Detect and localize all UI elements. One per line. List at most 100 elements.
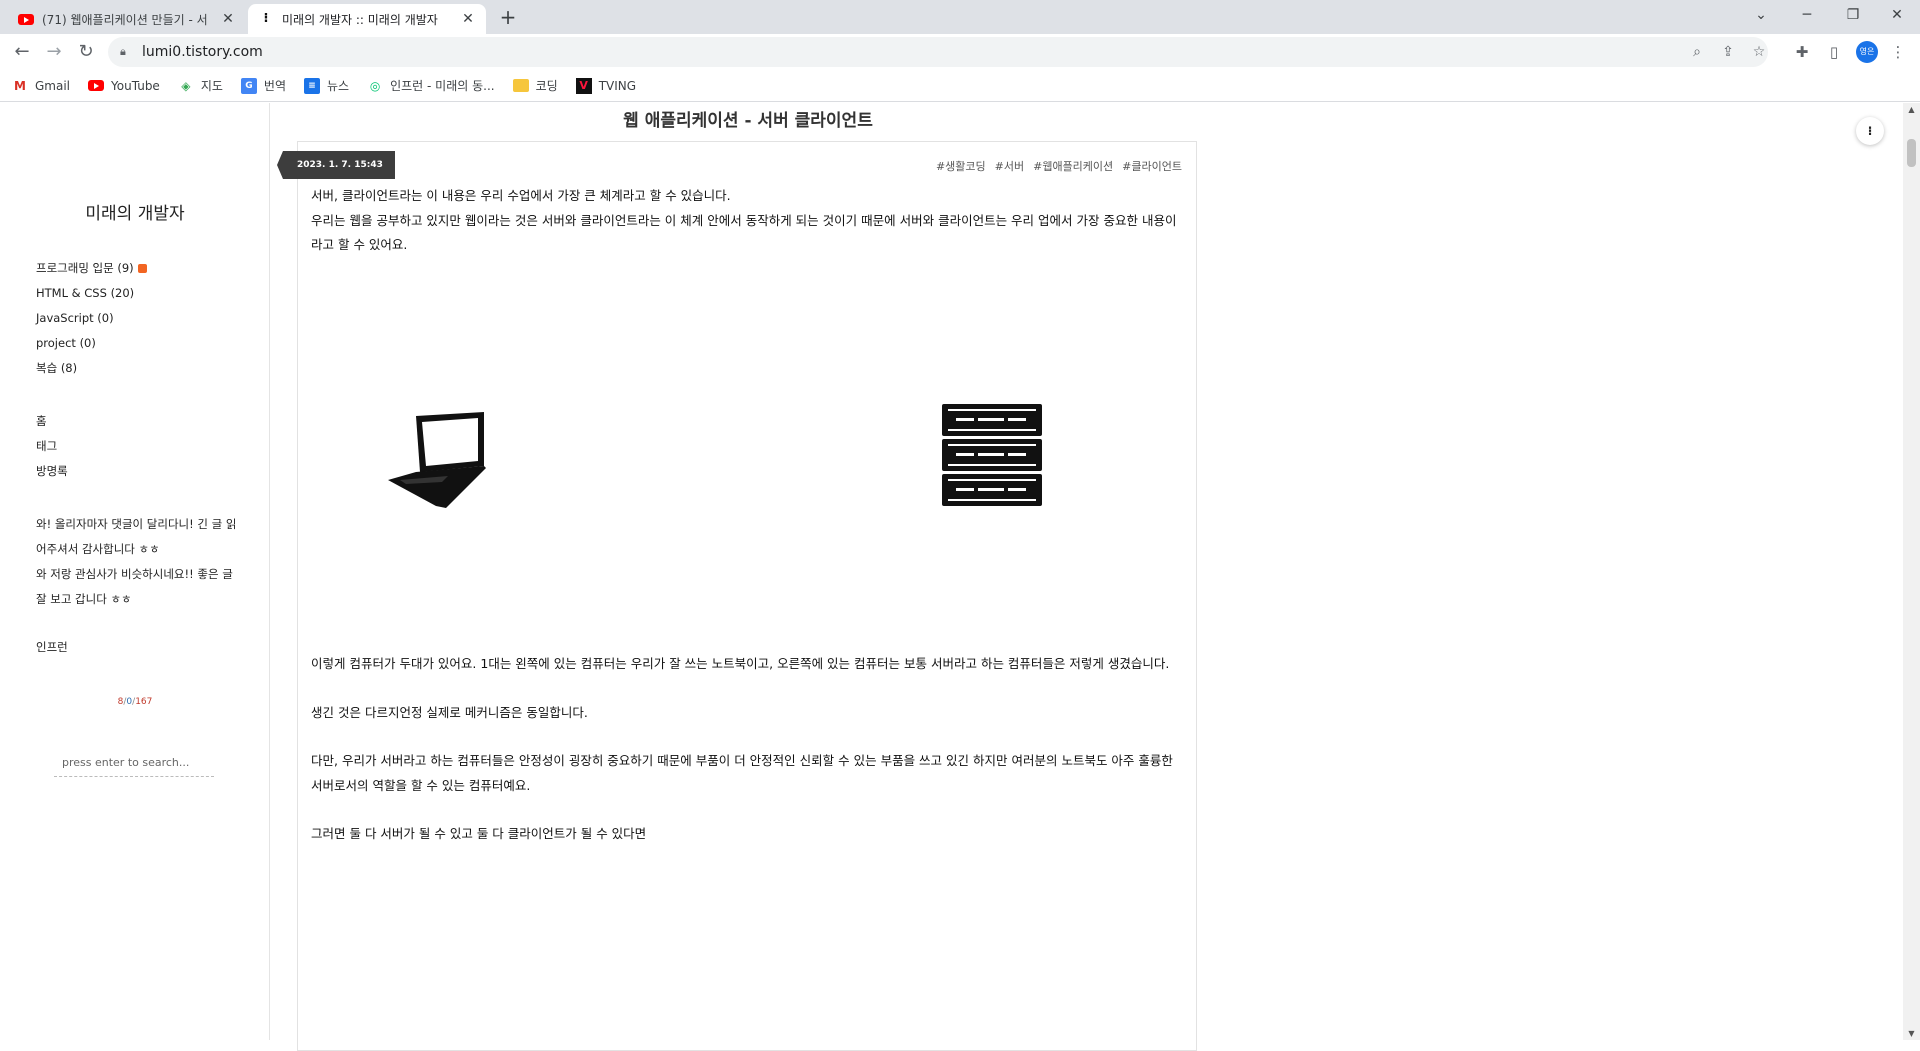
bookmark-label: YouTube: [111, 78, 160, 93]
side-panel-icon[interactable]: ▯: [1822, 40, 1846, 64]
category-label: 프로그래밍 입문 (9): [36, 261, 134, 275]
category-label: 복습 (8): [36, 361, 78, 375]
post-title: 웹 애플리케이션 - 서버 클라이언트: [623, 111, 873, 131]
paragraph: 다만, 우리가 서버라고 하는 컴퓨터들은 안정성이 굉장히 중요하기 때문에 …: [311, 753, 1173, 793]
category-item[interactable]: HTML & CSS (20): [36, 281, 147, 306]
category-item[interactable]: JavaScript (0): [36, 306, 147, 331]
new-badge-icon: [137, 264, 147, 273]
bookmark-label: 뉴스: [327, 79, 350, 93]
menu-home[interactable]: 홈: [36, 409, 68, 434]
category-label: HTML & CSS (20): [36, 286, 135, 300]
gmail-icon: M: [14, 78, 26, 93]
translate-icon: G: [240, 77, 257, 94]
scroll-down-arrow-icon[interactable]: ▼: [1903, 1029, 1920, 1038]
browser-toolbar: ← → ↻ 🔒︎ lumi0.tistory.com ⌕ ⇪ ☆ ✚ ▯ 영은 …: [0, 34, 1920, 70]
bookmark-inflearn[interactable]: ◎ 인프런 - 미래의 동...: [367, 77, 495, 94]
server-icon: [942, 404, 1042, 506]
comment-item[interactable]: 와 저랑 관심사가 비슷하시네요!! 좋은 글 잘 보고 갑니다 ㅎㅎ: [36, 562, 246, 612]
category-label: project (0): [36, 336, 96, 350]
bookmarks-bar: M Gmail YouTube ◈ 지도 G 번역 ≡ 뉴스 ◎ 인프런 - 미래의 동.…: [0, 70, 1920, 102]
category-item[interactable]: 복습 (8): [36, 356, 147, 381]
paragraph: 우리는 웹을 공부하고 있지만 웹이라는 것은 서버와 클라이언트라는 이 체계…: [311, 212, 1177, 253]
tistory-icon: ⁝: [263, 11, 269, 26]
tag-link[interactable]: #클라이언트: [1122, 158, 1182, 174]
url-text: lumi0.tistory.com: [142, 44, 263, 60]
comment-item[interactable]: 와! 올리자마자 댓글이 달리다니! 긴 글 읽어주셔서 감사합니다 ㅎㅎ: [36, 512, 246, 562]
profile-avatar[interactable]: 영은: [1856, 41, 1878, 63]
scroll-up-arrow-icon[interactable]: ▲: [1903, 105, 1920, 114]
youtube-icon: [88, 80, 105, 91]
bookmark-youtube[interactable]: YouTube: [88, 79, 160, 93]
bookmark-label: Gmail: [35, 78, 71, 93]
extensions-icon[interactable]: ✚: [1790, 40, 1814, 64]
back-icon[interactable]: ←: [10, 40, 34, 64]
bookmark-label: 인프런 - 미래의 동...: [390, 79, 495, 93]
zoom-icon[interactable]: ⌕: [1688, 44, 1706, 60]
menu-kebab-icon[interactable]: ⋮: [1886, 40, 1910, 64]
tab-search-icon[interactable]: ⌄: [1738, 0, 1784, 30]
close-icon[interactable]: ✕: [460, 11, 476, 27]
menu-tags[interactable]: 태그: [36, 434, 68, 459]
bookmark-tving[interactable]: V TVING: [575, 77, 637, 94]
post-intro: 서버, 클라이언트라는 이 내용은 우리 수업에서 가장 큰 체계라고 할 수 …: [311, 184, 1181, 258]
tag-link[interactable]: #서버: [995, 158, 1024, 174]
minimize-button[interactable]: ─: [1784, 0, 1830, 30]
category-item[interactable]: project (0): [36, 331, 147, 356]
maps-icon: ◈: [181, 78, 191, 93]
bookmark-label: 번역: [263, 79, 286, 93]
counter-total: 167: [135, 697, 153, 707]
tab-tistory[interactable]: ⁝ 미래의 개발자 :: 미래의 개발자 ✕: [248, 4, 486, 34]
tag-link[interactable]: #생활코딩: [936, 158, 986, 174]
close-window-button[interactable]: ✕: [1874, 0, 1920, 30]
reload-icon[interactable]: ↻: [74, 40, 98, 64]
bookmark-label: TVING: [598, 78, 637, 93]
menu-guestbook[interactable]: 방명록: [36, 459, 68, 484]
paragraph: 그러면 둘 다 서버가 될 수 있고 둘 다 클라이언트가 될 수 있다면: [311, 826, 647, 841]
page-scrollbar[interactable]: ▲ ▼: [1903, 103, 1920, 1040]
restore-button[interactable]: ❐: [1830, 0, 1876, 30]
forward-icon[interactable]: →: [42, 40, 66, 64]
post-article: #생활코딩 #서버 #웹애플리케이션 #클라이언트 서버, 클라이언트라는 이 …: [297, 141, 1197, 1051]
bookmark-maps[interactable]: ◈ 지도: [178, 77, 223, 94]
share-icon[interactable]: ⇪: [1719, 44, 1737, 60]
post-date: 2023. 1. 7. 15:43: [277, 151, 395, 179]
youtube-icon: [18, 13, 34, 25]
paragraph: 이렇게 컴퓨터가 두대가 있어요. 1대는 왼쪽에 있는 컴퓨터는 우리가 잘 …: [311, 656, 1170, 671]
address-bar[interactable]: 🔒︎ lumi0.tistory.com ⌕ ⇪ ☆: [108, 37, 1768, 67]
visitor-counter: 8/0/167: [0, 697, 270, 707]
tag-link[interactable]: #웹애플리케이션: [1033, 158, 1113, 174]
blog-title[interactable]: 미래의 개발자: [0, 199, 270, 224]
paragraph: 생긴 것은 다르지언정 실제로 메커니즘은 동일합니다.: [311, 704, 588, 720]
tistory-menu-icon[interactable]: ⁝: [1856, 117, 1884, 145]
blog-sidebar: 미래의 개발자 프로그래밍 입문 (9) HTML & CSS (20) Jav…: [0, 103, 270, 1040]
bookmark-gmail[interactable]: M Gmail: [12, 78, 70, 94]
category-list: 프로그래밍 입문 (9) HTML & CSS (20) JavaScript …: [36, 256, 147, 381]
recent-comments: 와! 올리자마자 댓글이 달리다니! 긴 글 읽어주셔서 감사합니다 ㅎㅎ 와 …: [36, 512, 246, 612]
bookmark-star-icon[interactable]: ☆: [1750, 44, 1768, 60]
post-tags: #생활코딩 #서버 #웹애플리케이션 #클라이언트: [936, 158, 1182, 174]
tving-icon: V: [575, 77, 592, 94]
sidebar-link-inflearn[interactable]: 인프런: [36, 639, 68, 655]
tab-title: (71) 웹애플리케이션 만들기 - 서: [42, 12, 208, 27]
bookmark-label: 지도: [200, 79, 223, 93]
category-label: JavaScript (0): [36, 311, 114, 325]
tab-youtube[interactable]: (71) 웹애플리케이션 만들기 - 서 ✕: [8, 4, 246, 34]
lock-icon[interactable]: 🔒︎: [120, 45, 134, 59]
paragraph: 서버, 클라이언트라는 이 내용은 우리 수업에서 가장 큰 체계라고 할 수 …: [311, 188, 731, 203]
bookmark-news[interactable]: ≡ 뉴스: [304, 77, 349, 94]
bookmark-folder-coding[interactable]: 코딩: [512, 77, 558, 94]
bookmark-label: 코딩: [535, 79, 558, 93]
inflearn-icon: ◎: [369, 78, 381, 93]
category-item[interactable]: 프로그래밍 입문 (9): [36, 256, 147, 281]
search-input[interactable]: [54, 749, 214, 777]
post-body: 이렇게 컴퓨터가 두대가 있어요. 1대는 왼쪽에 있는 컴퓨터는 우리가 잘 …: [311, 652, 1181, 847]
blog-menu: 홈 태그 방명록: [36, 409, 68, 484]
close-icon[interactable]: ✕: [220, 11, 236, 27]
tab-bar: (71) 웹애플리케이션 만들기 - 서 ✕ ⁝ 미래의 개발자 :: 미래의 …: [0, 0, 1920, 34]
bookmark-translate[interactable]: G 번역: [240, 77, 286, 94]
web-page: 미래의 개발자 프로그래밍 입문 (9) HTML & CSS (20) Jav…: [0, 103, 1920, 1051]
scrollbar-thumb[interactable]: [1907, 139, 1916, 167]
new-tab-button[interactable]: +: [496, 6, 520, 30]
news-icon: ≡: [304, 77, 320, 94]
tab-title: 미래의 개발자 :: 미래의 개발자: [282, 12, 438, 27]
